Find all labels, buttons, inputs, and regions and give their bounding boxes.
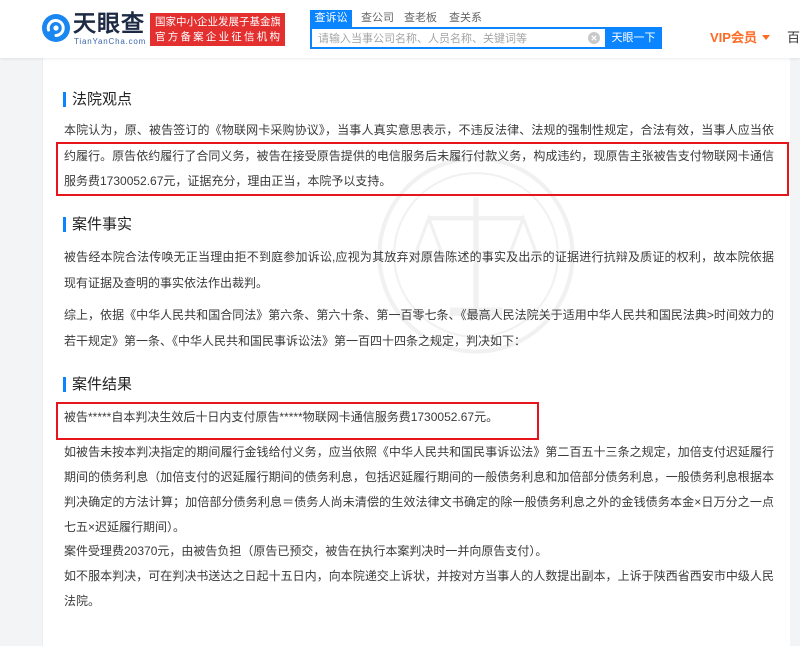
section-heading-court-opinion: 法院观点 — [72, 91, 133, 108]
search-input[interactable] — [312, 30, 588, 48]
tab-lawsuit[interactable]: 查诉讼 — [310, 10, 352, 27]
logo-domain: TianYanCha.com — [74, 37, 147, 46]
section-bar-icon — [63, 377, 66, 392]
court-opinion-paragraph: 本院认为，原、被告签订的《物联网卡采购协议》，当事人真实意思表示，不违反法律、法… — [64, 123, 774, 188]
section-heading-case-facts: 案件事实 — [72, 216, 133, 233]
tab-relations[interactable]: 查关系 — [449, 10, 482, 27]
nav-item-partial[interactable]: 百 — [787, 29, 800, 47]
case-result-paragraph: 如被告未按本判决指定的期间履行金钱给付义务，应当依照《中华人民共和国民事诉讼法》… — [64, 445, 774, 534]
tab-company[interactable]: 查公司 — [361, 10, 394, 27]
top-header: 天眼查 TianYanCha.com 国家中小企业发展子基金旗下 官方备案企业征… — [0, 0, 800, 58]
tianyancha-eye-logo-icon[interactable] — [41, 13, 71, 43]
case-facts-paragraph: 被告经本院合法传唤无正当理由拒不到庭参加诉讼,应视为其放弃对原告陈述的事实及出示… — [64, 250, 774, 290]
section-bar-icon — [63, 217, 66, 232]
search-box — [310, 27, 605, 49]
tab-boss[interactable]: 查老板 — [404, 10, 437, 27]
search-button[interactable]: 天眼一下 — [605, 27, 662, 49]
dropdown-triangle-icon[interactable] — [762, 35, 770, 41]
judgment-document: 法院观点 本院认为，原、被告签订的《物联网卡采购协议》，当事人真实意思表示，不违… — [42, 58, 790, 646]
section-heading-case-result: 案件结果 — [72, 376, 133, 393]
logo-name[interactable]: 天眼查 — [73, 12, 145, 36]
badge-line-1: 国家中小企业发展子基金旗下 — [155, 16, 280, 28]
judgment-text: 被告*****自本判决生效后十日内支付原告*****物联网卡通信服务费17300… — [64, 410, 499, 424]
case-result-paragraph: 如不服本判决，可在判决书送达之日起十五日内，向本院递交上诉状，并按对方当事人的人… — [64, 569, 774, 608]
case-facts-paragraph: 综上，依据《中华人民共和国合同法》第六条、第六十条、第一百零七条、《最高人民法院… — [64, 308, 774, 348]
case-result-paragraph: 案件受理费20370元，由被告负担（原告已预交，被告在执行本案判决时一并向原告支… — [64, 544, 548, 558]
clear-circle-icon[interactable] — [588, 32, 600, 44]
vip-member-menu[interactable]: VIP会员 — [710, 29, 757, 47]
official-badge: 国家中小企业发展子基金旗下 官方备案企业征信机构 — [150, 13, 285, 46]
badge-line-2: 官方备案企业征信机构 — [155, 30, 280, 43]
section-bar-icon — [63, 92, 66, 107]
